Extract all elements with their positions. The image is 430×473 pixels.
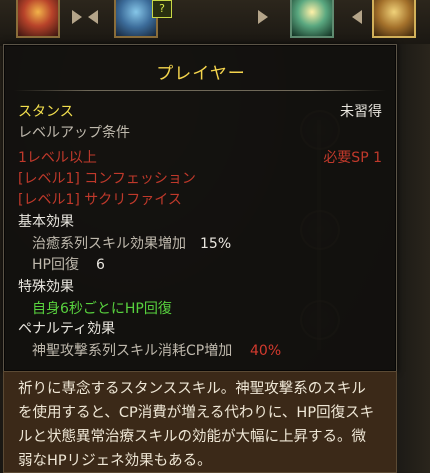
penalty-effect-header: ペナルティ効果 bbox=[18, 321, 116, 337]
skill-node-claw-icon[interactable] bbox=[372, 0, 416, 38]
requirement-skill-sacrifice: [レベル1] サクリファイス bbox=[18, 192, 182, 208]
skill-name: スタンス bbox=[18, 104, 74, 120]
learned-status: 未習得 bbox=[340, 104, 382, 120]
arrow-left-icon bbox=[352, 10, 362, 24]
tooltip-title: プレイヤー bbox=[156, 64, 246, 84]
arrow-right-icon bbox=[258, 10, 268, 24]
skill-tooltip: プレイヤー スタンス 未習得 レベルアップ条件 1レベル以上 必要SP 1 [レ… bbox=[3, 44, 397, 372]
requirement-skill-confession: [レベル1] コンフェッション bbox=[18, 171, 196, 187]
arrow-left-icon bbox=[88, 10, 98, 24]
arrow-right-icon bbox=[72, 10, 82, 24]
basic-effect-value: 6 bbox=[96, 257, 105, 273]
basic-effect-value: 15% bbox=[200, 236, 232, 252]
basic-effect-header: 基本効果 bbox=[18, 214, 74, 230]
tooltip-divider bbox=[14, 90, 386, 91]
skill-node-fire-icon[interactable] bbox=[16, 0, 60, 38]
skill-tree-screen: ? プレイヤー スタンス 未習得 レベルアップ条件 1レベル以上 必要SP 1 … bbox=[0, 0, 430, 473]
skill-tree-side-panel bbox=[397, 44, 430, 473]
levelup-conditions-header: レベルアップ条件 bbox=[18, 125, 130, 141]
penalty-effect-value: 40% bbox=[250, 343, 282, 359]
skill-tree-top-row: ? bbox=[0, 0, 430, 46]
special-effect-header: 特殊効果 bbox=[18, 279, 74, 295]
penalty-effect-label: 神聖攻撃系列スキル消耗CP増加 bbox=[32, 343, 233, 359]
description-line: ルと状態異常治療スキルの効能が大幅に上昇する。微 bbox=[18, 429, 366, 445]
skill-node-angel-icon[interactable] bbox=[290, 0, 334, 38]
skill-description: 祈りに専念するスタンススキル。神聖攻撃系のスキル を使用すると、CP消費が増える… bbox=[3, 371, 397, 473]
requirement-level: 1レベル以上 bbox=[18, 150, 97, 166]
description-line: 弱なHPリジェネ効果もある。 bbox=[18, 453, 212, 469]
special-effect-text: 自身6秒ごとにHP回復 bbox=[32, 301, 172, 317]
description-line: を使用すると、CP消費が増える代わりに、HP回復スキ bbox=[18, 405, 375, 421]
basic-effect-label: HP回復 bbox=[32, 257, 79, 273]
description-line: 祈りに専念するスタンススキル。神聖攻撃系のスキル bbox=[18, 381, 366, 397]
basic-effect-label: 治癒系列スキル効果増加 bbox=[32, 236, 186, 252]
required-sp: 必要SP 1 bbox=[323, 150, 382, 166]
locked-badge-icon: ? bbox=[152, 0, 172, 18]
